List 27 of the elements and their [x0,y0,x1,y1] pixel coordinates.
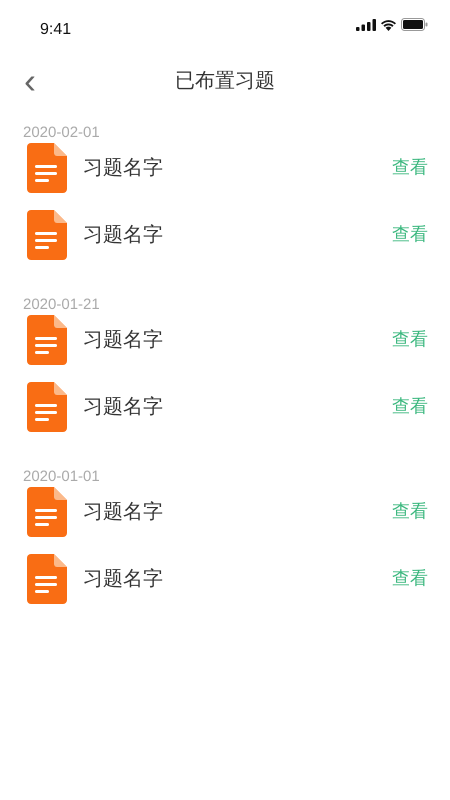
date-label: 2020-01-01 [22,468,101,486]
page-title: 已布置习题 [175,69,275,94]
signal-icon [356,18,376,30]
document-icon [27,382,67,432]
view-link[interactable]: 查看 [392,565,428,592]
document-icon [27,142,67,192]
exercise-name: 习题名字 [83,222,163,248]
view-link[interactable]: 查看 [392,393,428,420]
exercise-name: 习题名字 [83,500,163,524]
document-icon [27,554,67,604]
battery-icon [401,18,428,31]
view-link[interactable]: 查看 [392,326,428,353]
status-time: 9:41 [40,20,72,40]
date-label: 2020-02-01 [22,124,101,142]
date-label: 2020-01-21 [22,296,101,314]
view-link[interactable]: 查看 [392,221,428,248]
document-icon [27,210,67,260]
document-icon [27,486,67,536]
view-link[interactable]: 查看 [392,154,428,181]
view-link[interactable]: 查看 [392,498,428,525]
document-icon [27,314,67,364]
exercise-name: 习题名字 [83,394,163,420]
exercise-name: 习题名字 [83,328,163,352]
wifi-icon [380,18,397,30]
exercise-name: 习题名字 [83,156,163,180]
exercise-name: 习题名字 [83,566,163,592]
back-button[interactable]: ‹ [16,63,44,99]
